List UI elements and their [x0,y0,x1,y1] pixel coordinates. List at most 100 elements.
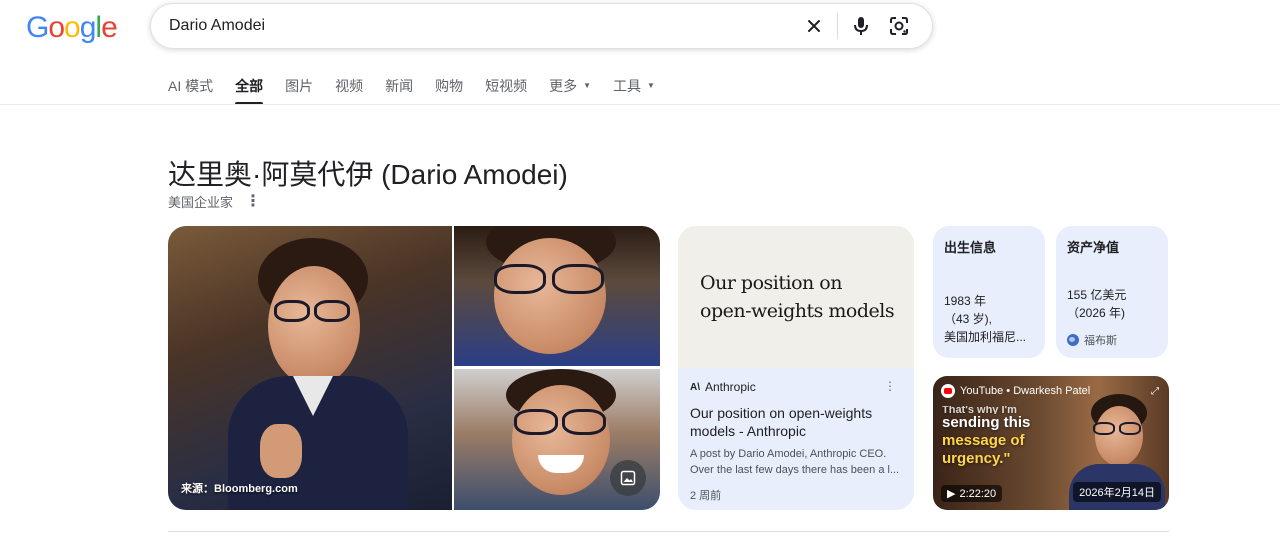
more-images-button[interactable] [610,460,646,496]
face-shape [494,238,606,354]
caret-down-icon: ▼ [583,81,592,90]
search-actions [795,4,918,48]
entity-photo-grid[interactable]: 来源：Bloomberg.com [168,226,660,510]
search-tabs: AI 模式 全部 图片 视频 新闻 购物 短视频 更多 ▼ 工具 ▼ [168,76,677,105]
tab-more[interactable]: 更多 ▼ [549,76,591,105]
secondary-photo-top[interactable] [454,226,660,366]
article-card[interactable]: Our position on open-weights models A\ A… [678,226,914,510]
logo-letter: G [26,11,49,44]
glasses-shape [1093,422,1115,435]
glasses-shape [552,264,604,294]
entity-subtitle-row: 美国企业家 ⋮ [168,191,261,211]
glasses-shape [314,300,350,322]
card-body: 1983 年 （43 岁), 美国加利福尼... [944,292,1040,346]
article-time: 2 周前 [690,490,722,502]
card-line: 155 亿美元 [1067,288,1127,302]
card-body: 155 亿美元 （2026 年) [1067,286,1163,322]
tab-label: 图片 [285,78,314,94]
tab-all[interactable]: 全部 [235,76,264,105]
tab-label: 短视频 [485,78,528,94]
tab-tools[interactable]: 工具 ▼ [613,76,655,105]
google-logo[interactable]: Google [26,11,118,45]
globe-icon [1067,334,1079,346]
photo-source-label: 来源：Bloomberg.com [181,483,298,495]
tab-news[interactable]: 新闻 [385,76,413,105]
tab-shopping[interactable]: 购物 [435,76,463,105]
thumbnail-text: Our position on open-weights models [700,269,895,325]
lens-search-button[interactable] [880,7,918,45]
face-shape [1095,406,1143,466]
birth-info-card[interactable]: 出生信息 1983 年 （43 岁), 美国加利福尼... [933,226,1045,358]
image-icon [620,470,636,486]
expand-icon[interactable]: ⤢ [1151,386,1159,397]
tab-label: 更多 [549,78,578,94]
quote-line: sending this [942,414,1031,431]
glasses-shape [562,409,606,435]
article-body: A\ Anthropic ⋮ Our position on open-weig… [678,368,914,503]
snippet-line: A post by Dario Amodei, Anthropic CEO. [690,448,887,460]
anthropic-logo-icon: A\ [690,381,700,393]
card-source: 福布斯 [1067,332,1117,348]
voice-search-button[interactable] [842,7,880,45]
more-options-icon[interactable]: ⋮ [884,379,896,393]
tab-images[interactable]: 图片 [285,76,313,105]
card-source-label: 福布斯 [1084,335,1117,347]
card-line: （2026 年) [1067,306,1126,320]
video-card[interactable]: YouTube • Dwarkesh Patel ⤢ That's why I'… [933,376,1169,510]
quote-line: message of [942,432,1025,449]
section-divider [168,531,1169,532]
tab-label: AI 模式 [168,78,214,94]
video-date: 2026年2月14日 [1073,482,1161,502]
header-divider [0,104,1280,105]
net-worth-card[interactable]: 资产净值 155 亿美元 （2026 年) 福布斯 [1056,226,1168,358]
main-photo[interactable]: 来源：Bloomberg.com [168,226,452,510]
more-options-icon[interactable]: ⋮ [245,191,261,211]
mic-icon [854,17,868,35]
article-source: Anthropic [705,380,756,394]
tab-label: 视频 [335,78,364,94]
search-bar [150,3,933,49]
card-line: （43 岁), [944,312,993,326]
search-input[interactable] [169,17,789,35]
video-quote: That's why I'm sending this message of u… [942,406,1030,468]
card-heading: 出生信息 [944,240,997,255]
face-shape [268,266,360,386]
youtube-icon [941,384,955,398]
hand-shape [260,424,302,478]
card-heading: 资产净值 [1067,240,1120,255]
glasses-shape [514,409,558,435]
glasses-shape [1119,422,1141,435]
thumbnail-line: open-weights models [700,300,895,322]
logo-letter: o [48,11,65,44]
caret-down-icon: ▼ [647,81,655,90]
quote-line: urgency." [942,450,1011,467]
tab-ai-mode[interactable]: AI 模式 [168,76,213,105]
thumbnail-line: Our position on [700,272,842,294]
tab-videos[interactable]: 视频 [335,76,363,105]
tab-label: 购物 [435,78,464,94]
logo-letter: e [101,11,118,44]
article-snippet: A post by Dario Amodei, Anthropic CEO. O… [690,446,902,478]
lens-icon [890,17,908,35]
play-icon: ▶ [947,488,956,500]
logo-letter: o [64,11,81,44]
entity-title: 达里奥·阿莫代伊 (Dario Amodei) [168,159,568,190]
glasses-shape [494,264,546,294]
video-source-row: YouTube • Dwarkesh Patel [941,384,1090,398]
glasses-shape [274,300,310,322]
article-title[interactable]: Our position on open-weights models - An… [690,404,902,440]
tab-short-videos[interactable]: 短视频 [485,76,527,105]
close-icon [808,20,820,32]
article-thumbnail: Our position on open-weights models [678,226,914,368]
duration-label: 2:22:20 [959,487,997,500]
clear-button[interactable] [795,7,833,45]
video-duration: ▶ 2:22:20 [941,485,1003,502]
card-line: 美国加利福尼... [944,330,1027,344]
video-channel: YouTube • Dwarkesh Patel [960,385,1091,397]
tab-label: 新闻 [385,78,414,94]
entity-subtitle: 美国企业家 [168,194,234,210]
tab-label: 工具 [613,78,642,94]
card-line: 1983 年 [944,294,987,308]
snippet-line: Over the last few days there has been a … [690,464,900,476]
logo-letter: g [79,11,97,44]
